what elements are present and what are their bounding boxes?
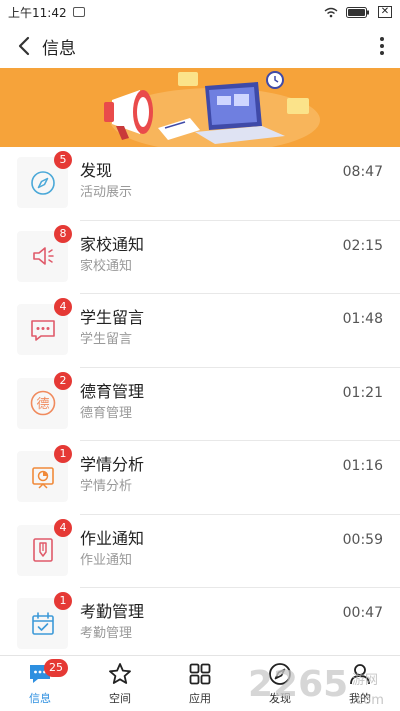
analysis-chart-icon	[31, 466, 54, 489]
unread-badge: 1	[54, 445, 72, 463]
nav-label: 发现	[269, 692, 291, 705]
person-icon	[350, 664, 370, 685]
item-title: 发现	[80, 161, 113, 180]
nav-label: 信息	[29, 692, 51, 705]
more-menu-icon[interactable]	[364, 24, 400, 68]
page-title: 信息	[42, 38, 76, 59]
nav-badge: 25	[44, 659, 68, 677]
battery-icon	[346, 6, 369, 18]
list-item[interactable]: 4 学生留言 学生留言 01:48	[0, 294, 400, 368]
unread-badge: 1	[54, 592, 72, 610]
list-item[interactable]: 德 2 德育管理 德育管理 01:21	[0, 368, 400, 441]
item-time: 08:47	[342, 164, 383, 180]
list-item[interactable]: 4 作业通知 作业通知 00:59	[0, 515, 400, 588]
nav-item-space[interactable]: 空间	[80, 656, 160, 711]
moral-icon-char: 德	[36, 397, 49, 412]
unread-badge: 8	[54, 224, 72, 243]
speaker-icon	[32, 247, 54, 265]
item-time: 01:21	[342, 384, 383, 401]
unread-badge: 4	[54, 298, 72, 316]
bottom-nav: 25 信息 空间 应用 发现 我的	[0, 655, 400, 711]
item-time: 00:47	[342, 605, 383, 621]
chat-bubble-icon	[30, 319, 55, 341]
nav-label: 应用	[189, 692, 211, 705]
compass-icon	[30, 170, 55, 195]
status-time: 上午11:42	[8, 5, 67, 20]
nav-item-messages[interactable]: 25 信息	[0, 656, 80, 711]
nav-item-apps[interactable]: 应用	[160, 656, 240, 711]
nav-item-me[interactable]: 我的	[320, 656, 400, 711]
unread-badge: 5	[54, 151, 72, 169]
homework-pencil-icon	[32, 538, 53, 562]
sim-off-icon: ✕	[378, 6, 392, 18]
notification-icon	[72, 7, 85, 17]
grid-apps-icon	[189, 663, 211, 685]
item-title: 德育管理	[80, 381, 145, 401]
item-title: 作业通知	[80, 528, 145, 548]
message-list: 5 发现 活动展示 08:47 8 家校通知 家校通知 02:15 4 学生留言…	[0, 147, 400, 655]
list-item[interactable]: 1 考勤管理 考勤管理 00:47	[0, 588, 400, 655]
item-subtitle: 家校通知	[80, 258, 133, 274]
star-icon	[109, 663, 131, 684]
list-item[interactable]: 8 家校通知 家校通知 02:15	[0, 221, 400, 294]
item-title: 学情分析	[80, 455, 145, 474]
unread-badge: 4	[54, 518, 72, 537]
banner-illustration	[0, 68, 400, 147]
status-icons: ✕	[324, 6, 392, 18]
calendar-check-icon	[31, 611, 54, 635]
item-subtitle: 德育管理	[80, 405, 133, 421]
item-subtitle: 学生留言	[80, 332, 133, 347]
back-icon[interactable]	[6, 24, 42, 68]
nav-item-discover[interactable]: 发现	[240, 656, 320, 711]
compass-icon	[269, 663, 291, 685]
item-title: 考勤管理	[80, 602, 145, 621]
item-subtitle: 学情分析	[80, 479, 133, 494]
item-time: 01:48	[342, 311, 383, 327]
wifi-icon	[324, 7, 338, 17]
moral-education-icon: 德	[30, 390, 55, 416]
item-subtitle: 作业通知	[80, 552, 133, 568]
item-time: 00:59	[342, 531, 383, 548]
item-time: 01:16	[342, 458, 383, 474]
list-item[interactable]: 5 发现 活动展示 08:47	[0, 147, 400, 221]
nav-label: 我的	[349, 692, 371, 705]
status-bar: 上午11:42 ✕	[0, 0, 400, 24]
item-subtitle: 活动展示	[80, 185, 133, 200]
item-title: 家校通知	[80, 234, 145, 254]
item-subtitle: 考勤管理	[80, 626, 133, 641]
nav-label: 空间	[109, 692, 131, 705]
app-bar: 信息	[0, 24, 400, 68]
item-time: 02:15	[342, 237, 383, 254]
list-item[interactable]: 1 学情分析 学情分析 01:16	[0, 441, 400, 515]
item-title: 学生留言	[80, 308, 145, 327]
unread-badge: 2	[54, 371, 72, 390]
